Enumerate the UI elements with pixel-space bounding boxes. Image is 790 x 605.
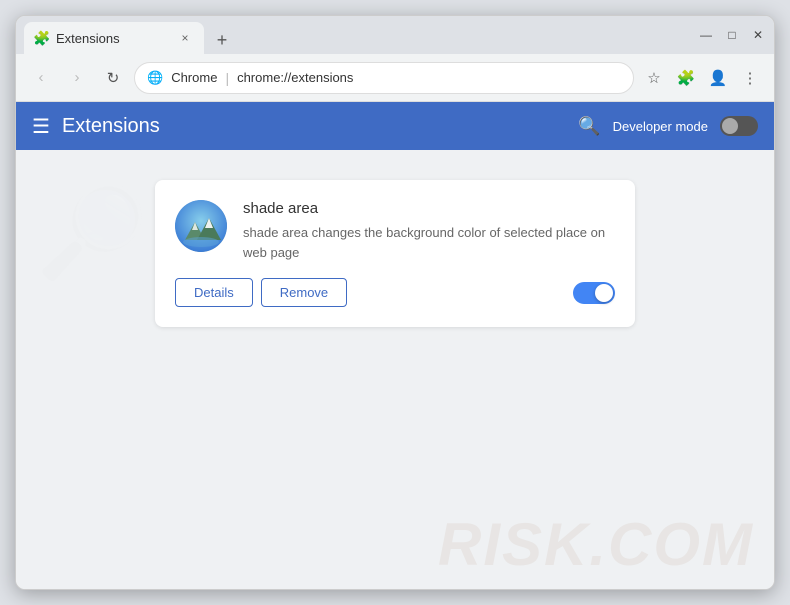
reload-button[interactable]: ↻ bbox=[98, 63, 128, 93]
card-toggle-area bbox=[573, 282, 615, 304]
chrome-brand-label: Chrome bbox=[171, 70, 217, 85]
address-text: chrome://extensions bbox=[237, 70, 621, 85]
profile-button[interactable]: 👤 bbox=[704, 64, 732, 92]
toolbar-icons: ☆ 🧩 👤 ⋮ bbox=[640, 64, 764, 92]
watermark-top: 🔍 bbox=[36, 180, 148, 285]
tab-close-button[interactable]: × bbox=[176, 29, 194, 47]
watermark-text: RISK.COM bbox=[438, 510, 754, 579]
bookmark-button[interactable]: ☆ bbox=[640, 64, 668, 92]
extensions-page-title: Extensions bbox=[62, 115, 566, 138]
close-button[interactable]: ✕ bbox=[750, 27, 766, 43]
extension-icon bbox=[175, 200, 227, 252]
extensions-content: 🔍 RISK.COM bbox=[16, 150, 774, 589]
forward-button[interactable]: › bbox=[62, 63, 92, 93]
remove-button[interactable]: Remove bbox=[261, 278, 347, 307]
address-separator: | bbox=[225, 70, 229, 86]
maximize-button[interactable]: □ bbox=[724, 27, 740, 43]
title-bar: 🧩 Extensions × + — □ ✕ bbox=[16, 16, 774, 54]
tab-area: 🧩 Extensions × + bbox=[24, 16, 694, 54]
minimize-button[interactable]: — bbox=[698, 27, 714, 43]
tab-favicon: 🧩 bbox=[34, 30, 50, 46]
extensions-header: ☰ Extensions 🔍 Developer mode bbox=[16, 102, 774, 150]
extension-enabled-toggle[interactable] bbox=[573, 282, 615, 304]
address-bar[interactable]: 🌐 Chrome | chrome://extensions bbox=[134, 62, 634, 94]
window-controls: — □ ✕ bbox=[698, 27, 766, 43]
details-button[interactable]: Details bbox=[175, 278, 253, 307]
active-tab[interactable]: 🧩 Extensions × bbox=[24, 22, 204, 54]
new-tab-button[interactable]: + bbox=[208, 26, 236, 54]
extensions-menu-icon[interactable]: ☰ bbox=[32, 114, 50, 139]
card-info: shade area shade area changes the backgr… bbox=[243, 200, 615, 262]
extension-name: shade area bbox=[243, 200, 615, 217]
site-info-icon: 🌐 bbox=[147, 70, 163, 86]
menu-button[interactable]: ⋮ bbox=[736, 64, 764, 92]
tab-title: Extensions bbox=[56, 31, 170, 46]
developer-mode-label: Developer mode bbox=[613, 119, 708, 134]
extension-description: shade area changes the background color … bbox=[243, 223, 615, 262]
card-top: shade area shade area changes the backgr… bbox=[175, 200, 615, 262]
nav-bar: ‹ › ↻ 🌐 Chrome | chrome://extensions ☆ 🧩… bbox=[16, 54, 774, 102]
extensions-search-icon[interactable]: 🔍 bbox=[578, 116, 600, 137]
card-actions: Details Remove bbox=[175, 278, 615, 307]
extensions-toolbar-button[interactable]: 🧩 bbox=[672, 64, 700, 92]
back-button[interactable]: ‹ bbox=[26, 63, 56, 93]
browser-window: 🧩 Extensions × + — □ ✕ ‹ › ↻ 🌐 Chrome | … bbox=[15, 15, 775, 590]
extension-card: shade area shade area changes the backgr… bbox=[155, 180, 635, 327]
developer-mode-toggle[interactable] bbox=[720, 116, 758, 136]
